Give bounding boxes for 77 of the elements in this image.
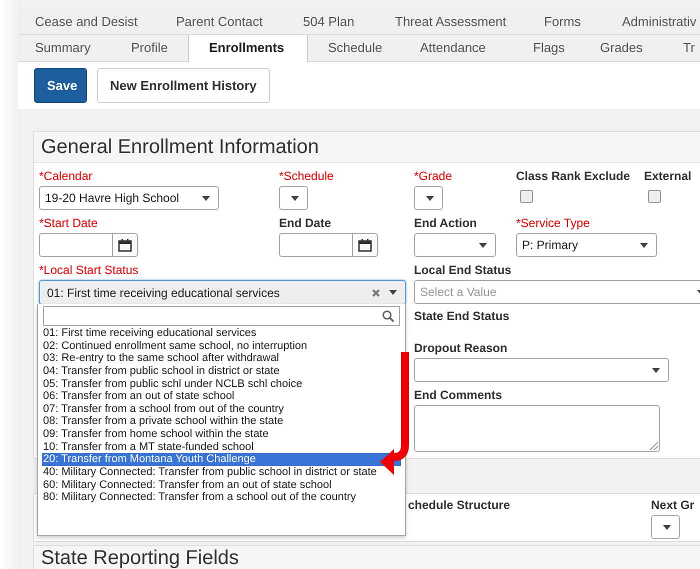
text-area[interactable] [414,405,660,452]
field-label: End Action [414,216,477,230]
dropdown-option[interactable]: 10: Transfer from a MT state-funded school [42,440,401,454]
calendar-icon [358,238,372,252]
calendar-button[interactable] [353,233,378,257]
dropdown-option[interactable]: 04: Transfer from public school in district or state [42,364,401,378]
select-field[interactable]: 19-20 Havre High School [39,186,219,210]
field-label: *Service Type [516,216,590,230]
field-label: End Comments [414,388,502,402]
dropdown-option[interactable]: 07: Transfer from a school from out of the country [42,402,401,416]
dropdown-option[interactable]: 08: Transfer from a private school within the state [42,415,401,428]
search-icon [382,310,394,322]
field-label: *Schedule [279,169,334,183]
clear-icon[interactable] [372,289,380,297]
field-label: chedule Structure [408,498,510,512]
resize-grip-icon[interactable] [650,442,658,450]
dropdown-option[interactable]: 40: Military Connected: Transfer from public school in district or state [42,466,401,479]
section-title: General Enrollment Information [34,132,700,163]
field-label: Dropout Reason [414,341,508,355]
dropdown-option[interactable]: 02: Continued enrollment same school, no interruption [42,340,401,352]
field-label: *Grade [414,169,452,183]
caret-icon [202,196,210,201]
tab[interactable]: Administrativ [602,10,700,34]
caret-icon [426,196,434,201]
field-label: End Date [279,216,332,230]
dropdown-option[interactable]: 20: Transfer from Montana Youth Challenge [42,453,401,466]
select-field[interactable] [651,515,680,539]
date-field[interactable] [39,233,113,257]
field-label: Next Gr [651,498,694,512]
section-title: State Reporting Fields [34,546,700,569]
calendar-icon [118,238,132,252]
dropdown-option[interactable]: 05: Transfer from public schl under NCLB schl choice [42,378,401,390]
tab[interactable]: Forms [524,10,602,34]
date-field[interactable] [279,233,353,257]
search-field[interactable] [43,306,400,326]
caret-icon [389,290,397,295]
field-label: *Local Start Status [39,263,138,277]
tab[interactable]: Enrollments [188,35,308,62]
checkbox[interactable] [648,190,661,203]
tab[interactable]: Summary [18,35,111,62]
caret-icon [640,243,648,248]
tab[interactable]: Tr [663,35,700,62]
checkbox[interactable] [520,190,533,203]
caret-icon [663,525,671,530]
dropdown-option[interactable]: 80: Military Connected: Transfer from a school out of the country [42,491,401,504]
field-label: *Calendar [39,169,92,183]
caret-icon [479,243,487,248]
combo-box[interactable]: 01: First time receiving educational services [39,280,406,305]
tab[interactable]: Flags [513,35,580,62]
tab[interactable]: Profile [111,35,188,62]
calendar-button[interactable] [113,233,138,257]
save-button[interactable]: Save [34,68,87,103]
tab[interactable]: Threat Assessment [375,10,524,34]
select-field[interactable] [279,186,308,210]
field-label: External [644,169,692,183]
field-label: Local End Status [414,263,512,277]
field-label: State End Status [414,309,510,323]
field-label: *Start Date [39,216,98,230]
caret-icon [652,368,660,373]
dropdown-option[interactable]: 01: First time receiving educational services [42,327,401,340]
dropdown-option[interactable]: 60: Military Connected: Transfer from an out of state school [42,478,401,492]
caret-icon [291,196,299,201]
dropdown-option[interactable]: 03: Re-entry to the same school after withdrawal [42,352,401,365]
select-field[interactable]: P: Primary [516,233,657,257]
field-label: Class Rank Exclude [516,169,630,183]
new-history-button[interactable]: New Enrollment History [97,68,270,103]
dropdown-option[interactable]: 09: Transfer from home school within the state [42,428,401,441]
tab[interactable]: Attendance [400,35,513,62]
select-field[interactable] [414,233,496,257]
tab[interactable]: 504 Plan [283,10,375,34]
tab[interactable]: Cease and Desist [18,10,156,34]
tab[interactable]: Grades [580,35,663,62]
dropdown-option[interactable]: 06: Transfer from an out of state school [42,390,401,403]
tab[interactable]: Schedule [308,35,400,62]
select-field[interactable] [414,358,669,382]
tab[interactable]: Parent Contact [156,10,283,34]
select-field[interactable] [414,186,443,210]
